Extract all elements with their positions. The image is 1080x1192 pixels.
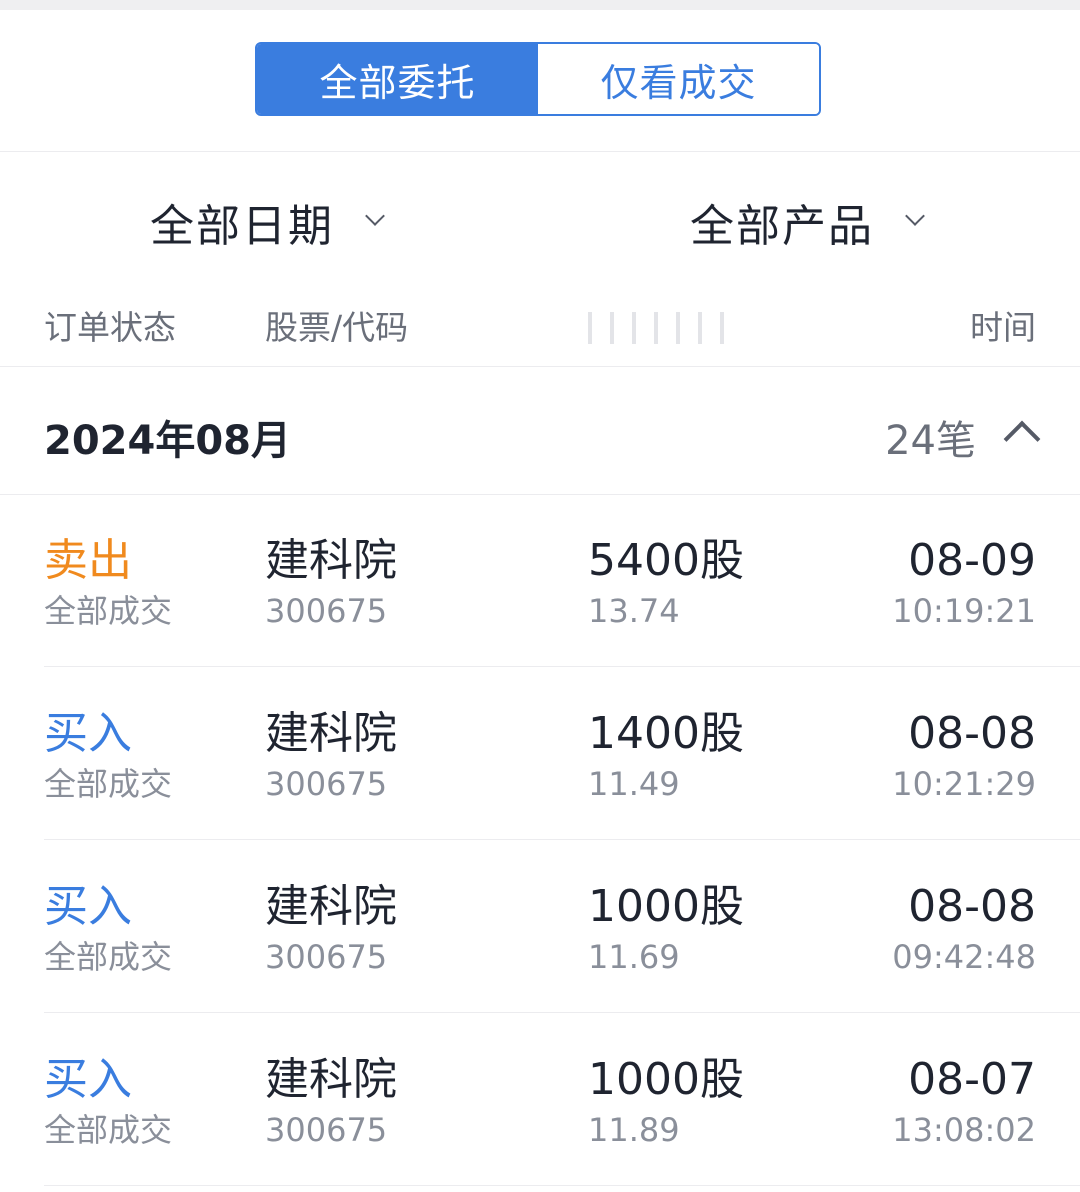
order-status: 全部成交 (44, 1111, 173, 1149)
stock-name: 建科院 (265, 708, 397, 759)
chevron-down-icon (905, 206, 925, 226)
divider (0, 151, 1080, 152)
stock-name: 建科院 (265, 535, 397, 586)
date-filter-label: 全部日期 (150, 201, 334, 252)
divider (0, 366, 1080, 367)
column-header-status: 订单状态 (44, 308, 176, 347)
date-filter-dropdown[interactable]: 全部日期 (150, 190, 385, 254)
order-row[interactable]: 买入 全部成交 建科院 300675 1000股 11.89 08-07 13:… (0, 1014, 1080, 1186)
order-row[interactable]: 买入 全部成交 建科院 300675 1400股 11.49 08-08 10:… (0, 668, 1080, 840)
row-divider (44, 1012, 1080, 1013)
month-title: 2024年08月 (44, 418, 291, 464)
stock-name: 建科院 (265, 881, 397, 932)
order-price: 11.69 (588, 938, 680, 976)
stock-code: 300675 (265, 938, 388, 976)
tab-filled-only[interactable]: 仅看成交 (538, 44, 819, 114)
row-divider (44, 666, 1080, 667)
column-header-time: 时间 (970, 308, 1036, 347)
order-action: 买入 (44, 708, 132, 759)
order-action: 卖出 (44, 535, 132, 586)
column-header-stock: 股票/代码 (265, 308, 409, 347)
order-date: 08-07 (908, 1054, 1036, 1105)
tab-all-orders[interactable]: 全部委托 (257, 44, 538, 114)
month-order-count: 24笔 (885, 418, 976, 464)
stock-code: 300675 (265, 1111, 388, 1149)
row-divider (44, 1185, 1080, 1186)
order-row[interactable]: 买入 全部成交 建科院 300675 1000股 11.69 08-08 09:… (0, 841, 1080, 1013)
product-filter-dropdown[interactable]: 全部产品 (690, 190, 925, 254)
chevron-down-icon (365, 206, 385, 226)
month-group-header[interactable]: 2024年08月 24笔 (0, 368, 1080, 494)
stock-name: 建科院 (265, 1054, 397, 1105)
blurred-column-header (588, 312, 728, 344)
status-bar-strip (0, 0, 1080, 10)
chevron-up-icon[interactable] (1003, 420, 1041, 458)
order-status: 全部成交 (44, 592, 173, 630)
order-quantity: 1400股 (588, 708, 744, 759)
product-filter-label: 全部产品 (690, 201, 874, 252)
order-action: 买入 (44, 1054, 132, 1105)
order-quantity: 5400股 (588, 535, 744, 586)
order-date: 08-08 (908, 881, 1036, 932)
order-price: 13.74 (588, 592, 680, 630)
order-view-toggle: 全部委托 仅看成交 (255, 42, 821, 116)
order-price: 11.89 (588, 1111, 680, 1149)
order-time: 13:08:02 (892, 1111, 1036, 1149)
row-divider (44, 839, 1080, 840)
order-status: 全部成交 (44, 765, 173, 803)
order-time: 10:19:21 (892, 592, 1036, 630)
order-quantity: 1000股 (588, 881, 744, 932)
order-date: 08-08 (908, 708, 1036, 759)
order-row[interactable]: 卖出 全部成交 建科院 300675 5400股 13.74 08-09 10:… (0, 495, 1080, 667)
order-time: 09:42:48 (892, 938, 1036, 976)
order-date: 08-09 (908, 535, 1036, 586)
stock-code: 300675 (265, 592, 388, 630)
order-time: 10:21:29 (892, 765, 1036, 803)
order-price: 11.49 (588, 765, 680, 803)
stock-code: 300675 (265, 765, 388, 803)
order-status: 全部成交 (44, 938, 173, 976)
order-quantity: 1000股 (588, 1054, 744, 1105)
order-action: 买入 (44, 881, 132, 932)
